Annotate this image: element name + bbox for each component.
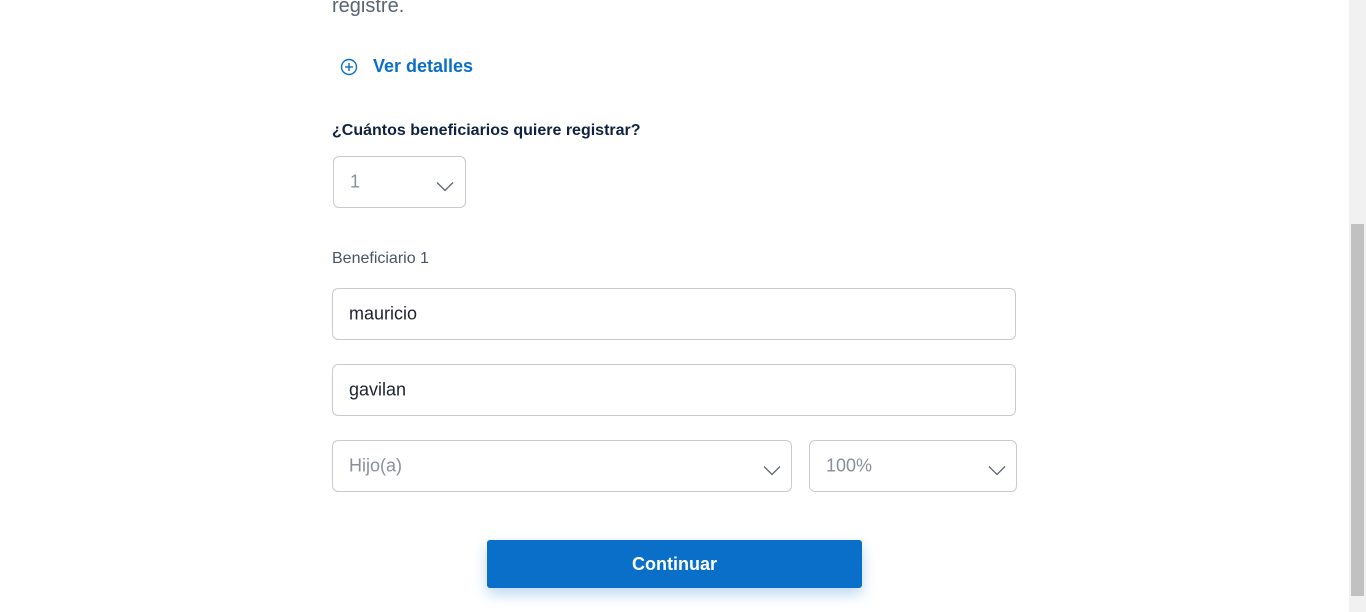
ver-detalles-label: Ver detalles — [373, 56, 474, 76]
plus-circle-icon — [340, 58, 358, 76]
last-name-field[interactable]: gavilan — [332, 364, 1016, 416]
beneficiaries-count-select[interactable]: 1 — [333, 156, 466, 208]
percentage-select[interactable]: 100% — [809, 440, 1017, 492]
vertical-scrollbar[interactable] — [1349, 0, 1366, 612]
ver-detalles-link[interactable]: Ver detalles — [340, 56, 473, 77]
chevron-down-icon — [988, 463, 1006, 476]
intro-text: registre. — [332, 0, 405, 17]
first-name-value: mauricio — [349, 303, 418, 324]
beneficiaries-count-value: 1 — [350, 171, 361, 192]
scrollbar-thumb[interactable] — [1351, 224, 1364, 596]
chevron-down-icon — [436, 179, 454, 192]
last-name-value: gavilan — [349, 379, 407, 400]
beneficiaries-question: ¿Cuántos beneficiarios quiere registrar? — [332, 122, 641, 139]
relationship-value: Hijo(a) — [349, 455, 403, 476]
continue-button[interactable]: Continuar — [487, 540, 862, 588]
percentage-value: 100% — [826, 455, 873, 476]
relationship-select[interactable]: Hijo(a) — [332, 440, 792, 492]
beneficiary-section-label: Beneficiario 1 — [332, 250, 429, 267]
first-name-field[interactable]: mauricio — [332, 288, 1016, 340]
page: registre. Ver detalles ¿Cuántos benefici… — [0, 0, 1349, 612]
chevron-down-icon — [763, 463, 781, 476]
